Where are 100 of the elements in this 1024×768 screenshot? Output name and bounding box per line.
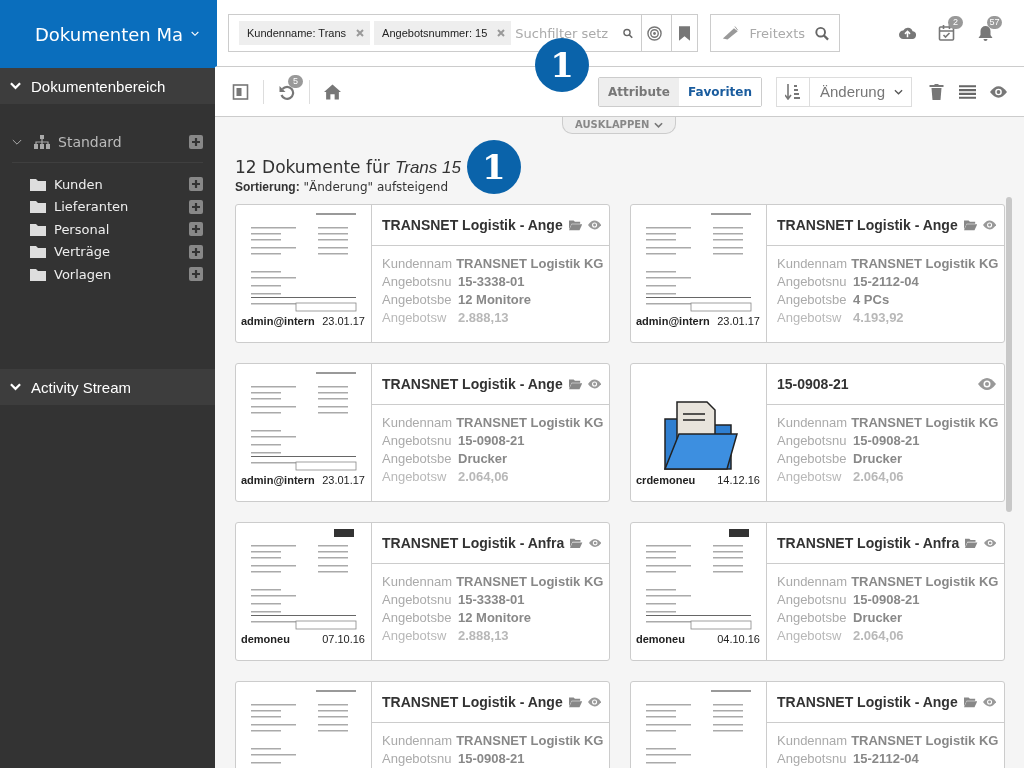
count-badge: 5	[288, 74, 303, 88]
eye-icon[interactable]	[983, 536, 996, 550]
document-title: TRANSNET Logistik - Anfra	[777, 535, 960, 551]
add-icon[interactable]	[189, 244, 203, 259]
tree-item[interactable]: Verträge	[54, 244, 181, 260]
eye-icon[interactable]	[587, 218, 601, 232]
field-value: TRANSNET Logistik KG	[851, 574, 999, 591]
section-header[interactable]: Activity Stream	[0, 369, 215, 405]
remove-icon[interactable]	[356, 29, 365, 37]
field-label: Angebotsw	[382, 469, 448, 486]
field-label: Angebotsnu	[777, 274, 848, 291]
bell-icon[interactable]	[977, 25, 994, 41]
add-icon[interactable]	[189, 222, 203, 237]
add-icon[interactable]	[189, 199, 203, 214]
field-value: TRANSNET Logistik KG	[851, 415, 999, 432]
field-value: 4.193,92	[853, 310, 904, 327]
folder-icon[interactable]	[963, 695, 977, 709]
document-card[interactable]: demoneu 04.10.16 TRANSNET Logistik - Anfra Kundennam TRANSNET Logistik KG Angebotsnu 15-0908-21 Angebotsbe Drucker Angebotsw 2.064,06	[630, 522, 1005, 661]
field-value: TRANSNET Logistik KG	[456, 733, 604, 750]
eye-icon[interactable]	[978, 377, 996, 391]
home-icon[interactable]	[324, 83, 341, 100]
field-value: TRANSNET Logistik KG	[456, 574, 604, 591]
eye-icon[interactable]	[982, 695, 996, 709]
field-label: Angebotsnu	[777, 751, 848, 768]
filter-label: Kundenname: Trans	[247, 27, 347, 39]
trash-icon[interactable]	[928, 83, 945, 100]
field-value: 2.888,13	[458, 310, 509, 327]
chevron-icon	[10, 383, 21, 391]
field-label: Kundennam	[382, 733, 453, 750]
field-value: 2.888,13	[458, 628, 509, 645]
field-label: Angebotsw	[382, 310, 448, 327]
chevron-icon[interactable]	[12, 138, 22, 146]
field-value: 2.064,06	[853, 628, 904, 645]
filter-chip[interactable]: Angebotsnummer: 15	[374, 21, 512, 45]
section-header[interactable]: Dokumentenbereich	[0, 68, 215, 104]
scrollbar[interactable]	[1006, 197, 1012, 512]
tree-item[interactable]: Standard	[58, 134, 181, 150]
tree-item[interactable]: Vorlagen	[54, 266, 181, 282]
add-icon[interactable]	[189, 177, 203, 192]
author-name: demoneu	[241, 633, 290, 645]
field-label: Angebotsnu	[777, 592, 848, 609]
folder-icon[interactable]	[965, 536, 978, 550]
add-icon[interactable]	[189, 135, 203, 149]
field-label: Kundennam	[382, 415, 453, 432]
field-value: Drucker	[458, 451, 508, 468]
folder-icon[interactable]	[963, 218, 977, 232]
field-label: Kundennam	[382, 574, 453, 591]
document-date: 23.01.17	[322, 315, 365, 327]
section-title: Activity Stream	[31, 378, 132, 396]
field-label: Angebotsnu	[382, 433, 453, 450]
folder-icon	[30, 177, 46, 191]
filter-chip[interactable]: Kundenname: Trans	[239, 21, 371, 45]
folder-icon	[30, 222, 46, 236]
remove-icon[interactable]	[497, 29, 506, 37]
document-title: TRANSNET Logistik - Ange	[777, 217, 958, 233]
chevron-down-icon[interactable]	[191, 30, 199, 38]
search-icon[interactable]	[815, 25, 829, 41]
document-card[interactable]: demoneu 07.10.16 TRANSNET Logistik - Anfra Kundennam TRANSNET Logistik KG Angebotsnu 15-3338-01 Angebotsbe 12 Monitore Angebotsw 2.888,13	[235, 522, 610, 661]
undo-icon[interactable]	[278, 83, 295, 100]
field-value: 15-0908-21	[458, 751, 525, 768]
document-card[interactable]: crdemoneu 14.12.16 15-0908-21 Kundennam TRANSNET Logistik KG Angebotsnu 15-0908-21 Angebotsbe Drucker Angebotsw 2.064,06	[630, 363, 1005, 502]
tree-item[interactable]: Lieferanten	[54, 199, 181, 215]
list-view-icon[interactable]	[959, 83, 976, 100]
sort-dropdown[interactable]: Änderung	[776, 76, 912, 107]
document-title: TRANSNET Logistik - Anfra	[382, 535, 565, 551]
document-card[interactable]: TRANSNET Logistik - Ange Kundennam TRANSNET Logistik KG Angebotsnu 15-2112-04	[630, 681, 1005, 768]
folder-icon[interactable]	[570, 536, 583, 550]
document-card[interactable]: admin@intern 23.01.17 TRANSNET Logistik - Ange Kundennam TRANSNET Logistik KG Angebotsnu 15-2112-04 Angebotsbe 4 PCs Angebotsw 4.193,92	[630, 204, 1005, 343]
author-name: demoneu	[636, 633, 685, 645]
document-card[interactable]: admin@intern 23.01.17 TRANSNET Logistik - Ange Kundennam TRANSNET Logistik KG Angebotsnu 15-0908-21 Angebotsbe Drucker Angebotsw 2.064,06	[235, 363, 610, 502]
sorting-info: Sortierung: "Änderung" aufsteigend	[235, 180, 449, 194]
view-tab[interactable]: Attribute	[599, 77, 679, 106]
folder-icon[interactable]	[568, 377, 582, 391]
eye-icon[interactable]	[587, 695, 601, 709]
eye-icon[interactable]	[588, 536, 601, 550]
eye-icon[interactable]	[990, 83, 1007, 100]
folder-icon[interactable]	[568, 695, 582, 709]
document-date: 07.10.16	[322, 633, 365, 645]
eye-icon[interactable]	[982, 218, 996, 232]
document-card[interactable]: admin@intern 23.01.17 TRANSNET Logistik - Ange Kundennam TRANSNET Logistik KG Angebotsnu 15-3338-01 Angebotsbe 12 Monitore Angebotsw 2.888,13	[235, 204, 610, 343]
fulltext-input[interactable]: Freitexts	[749, 25, 808, 41]
cloud-upload-icon[interactable]	[899, 25, 916, 41]
panel-toggle-icon[interactable]	[232, 83, 249, 100]
tree-item[interactable]: Kunden	[54, 176, 181, 192]
field-label: Angebotsnu	[777, 433, 848, 450]
folder-icon[interactable]	[568, 218, 582, 232]
add-icon[interactable]	[189, 267, 203, 282]
filter-label: Angebotsnummer: 15	[382, 27, 488, 39]
tree-item[interactable]: Personal	[54, 221, 181, 237]
field-value: 15-2112-04	[853, 274, 919, 291]
calendar-icon[interactable]	[938, 25, 955, 41]
eye-icon[interactable]	[587, 377, 601, 391]
document-card[interactable]: TRANSNET Logistik - Ange Kundennam TRANSNET Logistik KG Angebotsnu 15-0908-21	[235, 681, 610, 768]
hierarchy-icon	[34, 135, 50, 149]
chevron-icon	[10, 82, 21, 90]
field-label: Kundennam	[777, 733, 848, 750]
document-date: 23.01.17	[717, 315, 760, 327]
field-label: Angebotsnu	[382, 751, 453, 768]
field-label: Angebotsnu	[382, 592, 453, 609]
document-title: TRANSNET Logistik - Ange	[382, 694, 563, 710]
